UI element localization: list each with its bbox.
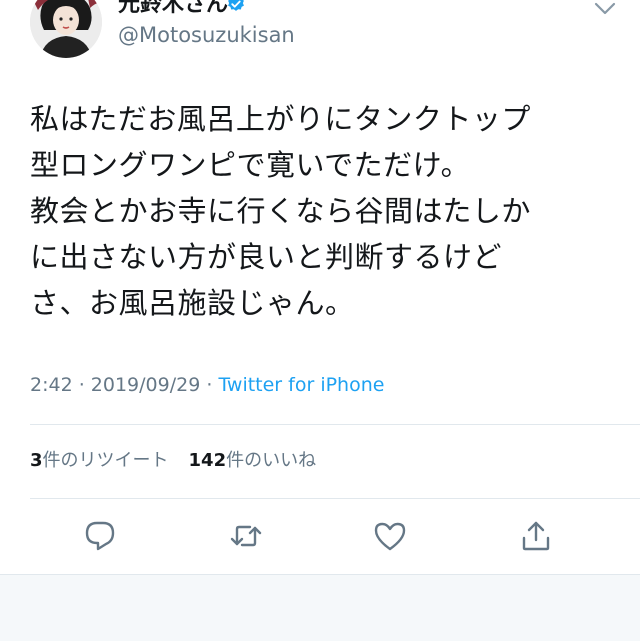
retweet-button[interactable] (228, 518, 264, 554)
share-icon (522, 521, 550, 551)
tweet-header: 元鈴木さん @Motosuzukisan (0, 0, 640, 70)
avatar-illustration (30, 0, 102, 58)
tweet-text-line: 教会とかお寺に行くなら谷間はたしか (30, 194, 531, 228)
retweet-count: 3 (30, 450, 43, 471)
user-handle[interactable]: @Motosuzukisan (118, 22, 295, 48)
like-label: 件のいいね (226, 450, 317, 471)
reply-button[interactable] (82, 518, 118, 554)
tweet-text-line: に出さない方が良いと判断するけど (30, 240, 503, 274)
retweet-label: 件のリツイート (42, 450, 169, 471)
tweet-source-link[interactable]: Twitter for iPhone (218, 374, 384, 396)
meta-separator: · (72, 374, 91, 396)
display-name[interactable]: 元鈴木さん (118, 0, 228, 18)
divider (30, 498, 640, 499)
tweet-text-line: 私はただお風呂上がりにタンクトップ (30, 102, 531, 136)
tweet-text-line: さ、お風呂施設じゃん。 (30, 286, 355, 320)
tweet-date: 2019/09/29 (90, 374, 201, 396)
tweet-time: 2:42 (30, 374, 73, 396)
tweet-text-line: 型ロングワンピで寛いでただけ。 (30, 148, 471, 182)
verified-badge-icon (228, 0, 244, 11)
heart-icon (374, 522, 406, 551)
divider (30, 424, 640, 425)
tweet-meta: 2:42 · 2019/09/29 · Twitter for iPhone (30, 372, 384, 398)
avatar[interactable] (30, 0, 102, 58)
like-stat[interactable]: 142件のいいね (189, 450, 317, 471)
bottom-bar (0, 574, 640, 641)
like-button[interactable] (372, 518, 408, 554)
share-button[interactable] (518, 518, 554, 554)
retweet-icon (230, 525, 262, 547)
tweet-text: 私はただお風呂上がりにタンクトップ 型ロングワンピで寛いでただけ。 教会とかお寺… (30, 96, 620, 326)
chevron-down-icon[interactable] (594, 2, 616, 16)
reply-icon (85, 521, 115, 551)
tweet-actions (0, 512, 640, 562)
meta-separator: · (200, 374, 219, 396)
like-count: 142 (188, 450, 227, 471)
tweet-stats: 3件のリツイート 142件のいいね (30, 448, 316, 474)
retweet-stat[interactable]: 3件のリツイート (30, 450, 169, 471)
